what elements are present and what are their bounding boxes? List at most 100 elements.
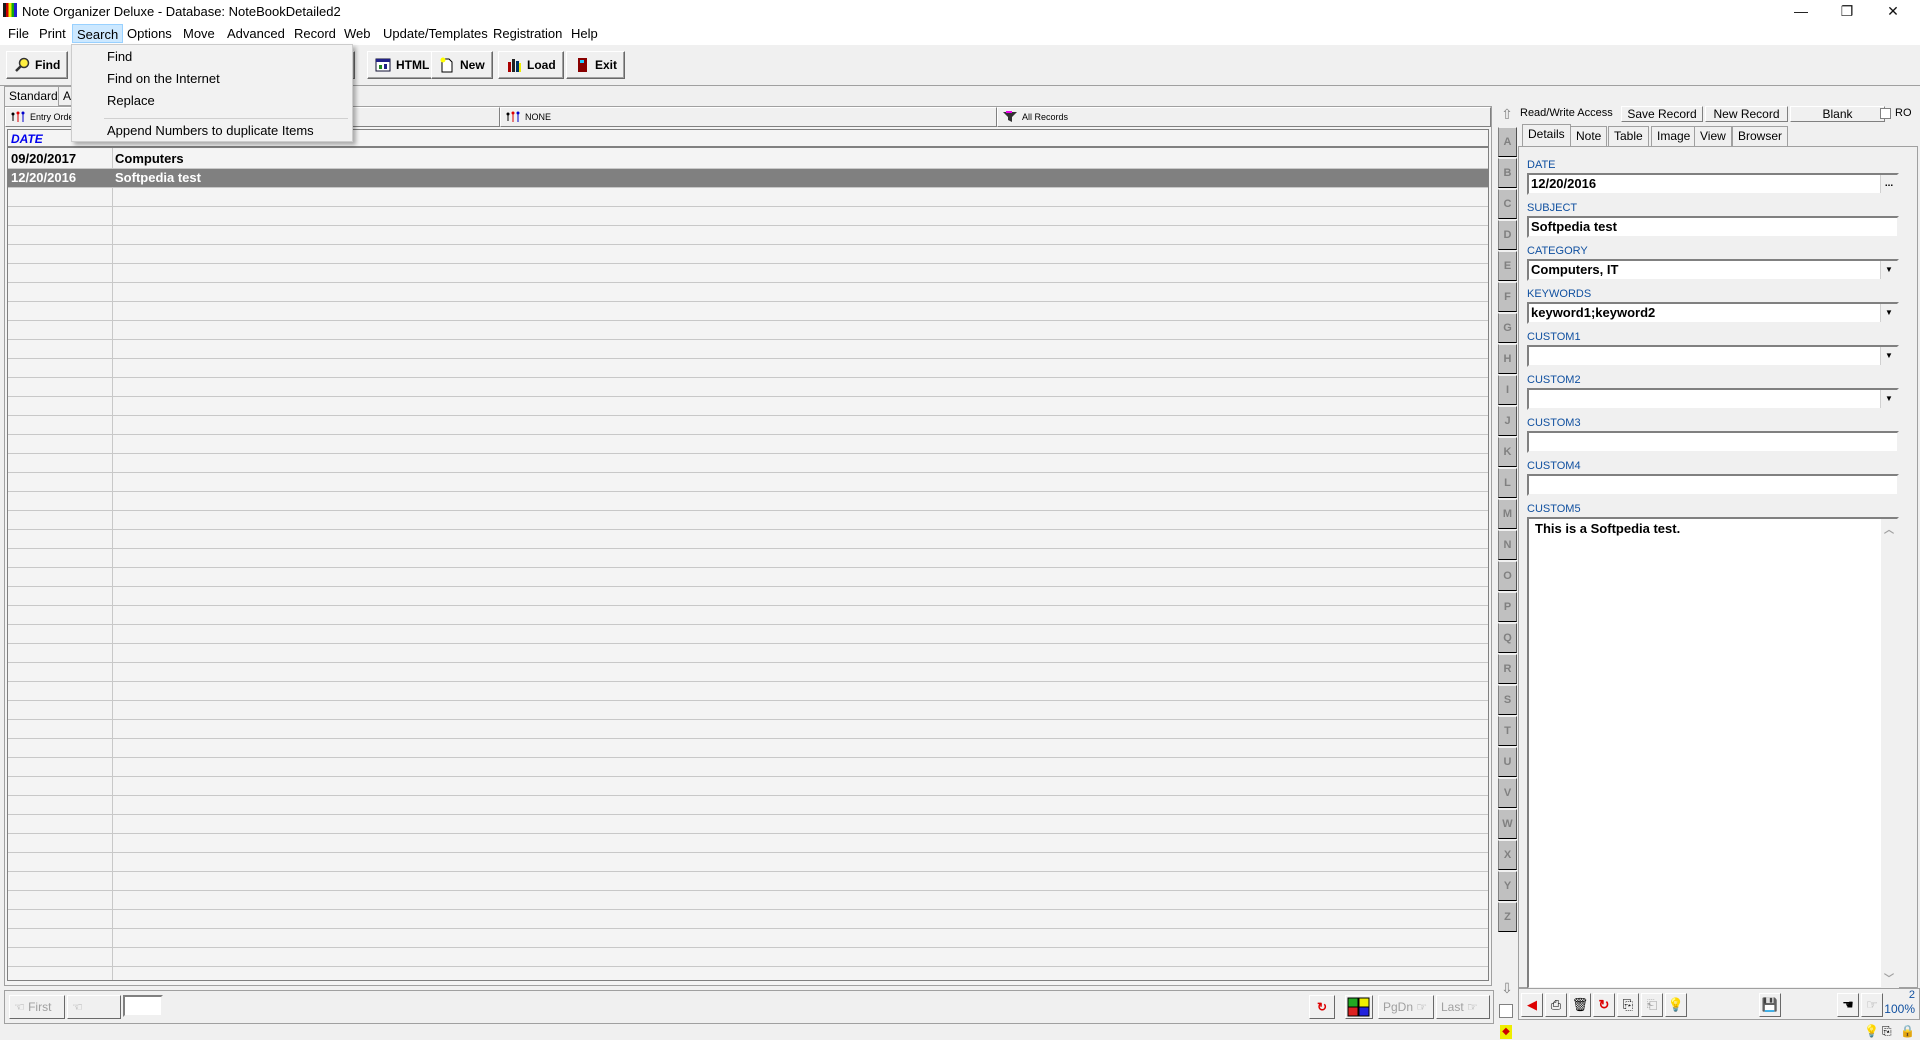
category-select[interactable]: Computers, IT ▼ [1527, 259, 1899, 281]
letter-button-c[interactable]: C [1498, 189, 1517, 219]
load-button[interactable]: Load [498, 51, 564, 79]
letter-button-r[interactable]: R [1498, 654, 1517, 684]
chevron-down-icon[interactable]: ▼ [1880, 390, 1897, 408]
first-button[interactable]: ☜ First [9, 995, 65, 1019]
copy-record-button[interactable]: ⎘ [1617, 993, 1639, 1017]
empty-row[interactable] [8, 796, 1488, 815]
letter-button-n[interactable]: N [1498, 530, 1517, 560]
menu-web[interactable]: Web [340, 24, 375, 43]
pgdn-button[interactable]: PgDn ☞ [1378, 995, 1434, 1019]
previous-record-button[interactable]: ☚ [1837, 993, 1859, 1017]
tab-table[interactable]: Table [1608, 126, 1649, 146]
empty-row[interactable] [8, 967, 1488, 980]
subject-field[interactable]: Softpedia test [1527, 216, 1899, 238]
empty-row[interactable] [8, 226, 1488, 245]
menu-item-replace[interactable]: Replace [107, 93, 155, 108]
date-picker-button[interactable]: ... [1880, 175, 1897, 193]
empty-row[interactable] [8, 473, 1488, 492]
empty-row[interactable] [8, 929, 1488, 948]
empty-row[interactable] [8, 397, 1488, 416]
letter-button-f[interactable]: F [1498, 282, 1517, 312]
ro-checkbox[interactable] [1880, 108, 1891, 119]
letter-button-o[interactable]: O [1498, 561, 1517, 591]
tab-details[interactable]: Details [1522, 124, 1571, 147]
page-number-input[interactable] [123, 995, 163, 1017]
letter-button-y[interactable]: Y [1498, 871, 1517, 901]
empty-row[interactable] [8, 701, 1488, 720]
menu-move[interactable]: Move [179, 24, 219, 43]
letter-button-w[interactable]: W [1498, 809, 1517, 839]
empty-row[interactable] [8, 321, 1488, 340]
empty-row[interactable] [8, 302, 1488, 321]
letter-button-e[interactable]: E [1498, 251, 1517, 281]
empty-row[interactable] [8, 720, 1488, 739]
tab-view[interactable]: View [1694, 126, 1732, 146]
table-row[interactable]: 09/20/2017 Computers [8, 150, 1488, 169]
menu-options[interactable]: Options [123, 24, 176, 43]
print-record-button[interactable]: ⎙ [1545, 993, 1567, 1017]
exit-button[interactable]: Exit [566, 51, 626, 79]
new-button[interactable]: New [431, 51, 493, 79]
scroll-down-arrow-icon[interactable]: ⇩ [1499, 980, 1515, 998]
alpha-checkbox[interactable] [1499, 1004, 1513, 1018]
menu-record[interactable]: Record [290, 24, 340, 43]
menu-item-find[interactable]: Find [107, 49, 132, 64]
empty-row[interactable] [8, 264, 1488, 283]
letter-button-s[interactable]: S [1498, 685, 1517, 715]
letter-button-u[interactable]: U [1498, 747, 1517, 777]
letter-button-b[interactable]: B [1498, 158, 1517, 188]
empty-row[interactable] [8, 758, 1488, 777]
save-export-button[interactable]: 💾 [1759, 993, 1781, 1017]
empty-row[interactable] [8, 739, 1488, 758]
custom1-select[interactable]: ▼ [1527, 345, 1899, 367]
empty-row[interactable] [8, 207, 1488, 226]
empty-row[interactable] [8, 416, 1488, 435]
scroll-up-arrow-icon[interactable]: ⇧ [1499, 106, 1515, 124]
scroll-up-icon[interactable]: ︿ [1881, 521, 1897, 536]
menu-print[interactable]: Print [35, 24, 70, 43]
paste-record-button[interactable]: ⎗ [1641, 993, 1663, 1017]
empty-row[interactable] [8, 834, 1488, 853]
menu-help[interactable]: Help [567, 24, 602, 43]
memo-scrollbar[interactable]: ︿ ﹀ [1881, 519, 1897, 987]
empty-row[interactable] [8, 625, 1488, 644]
empty-row[interactable] [8, 682, 1488, 701]
refresh-alert-button[interactable]: ↻ [1593, 993, 1615, 1017]
records-grid[interactable]: DATE 09/20/2017 Computers 12/20/2016 Softpe… [7, 129, 1489, 981]
menu-advanced[interactable]: Advanced [223, 24, 289, 43]
custom2-select[interactable]: ▼ [1527, 388, 1899, 410]
custom3-field[interactable] [1527, 431, 1899, 453]
letter-button-p[interactable]: P [1498, 592, 1517, 622]
html-button[interactable]: HTML [367, 51, 438, 79]
empty-row[interactable] [8, 435, 1488, 454]
tip-button[interactable]: 💡 [1665, 993, 1687, 1017]
scroll-down-icon[interactable]: ﹀ [1881, 970, 1897, 985]
maximize-button[interactable]: ❐ [1824, 0, 1870, 22]
find-button[interactable]: Find [6, 51, 69, 79]
letter-button-a[interactable]: A [1498, 127, 1517, 157]
menu-search[interactable]: Search [72, 24, 124, 43]
table-row[interactable]: 12/20/2016 Softpedia test [8, 169, 1488, 188]
empty-row[interactable] [8, 948, 1488, 967]
empty-row[interactable] [8, 606, 1488, 625]
empty-row[interactable] [8, 549, 1488, 568]
menu-registration[interactable]: Registration [489, 24, 566, 43]
tab-browser[interactable]: Browser [1732, 126, 1789, 146]
chevron-down-icon[interactable]: ▼ [1880, 347, 1897, 365]
letter-button-i[interactable]: I [1498, 375, 1517, 405]
empty-row[interactable] [8, 872, 1488, 891]
empty-row[interactable] [8, 530, 1488, 549]
letter-button-g[interactable]: G [1498, 313, 1517, 343]
splitter-handle-icon[interactable]: ◆ [1500, 1025, 1512, 1039]
minimize-button[interactable]: — [1778, 0, 1824, 22]
menu-file[interactable]: File [4, 24, 33, 43]
empty-row[interactable] [8, 777, 1488, 796]
date-field[interactable]: 12/20/2016... [1527, 173, 1899, 195]
empty-row[interactable] [8, 492, 1488, 511]
empty-row[interactable] [8, 910, 1488, 929]
empty-row[interactable] [8, 511, 1488, 530]
last-button[interactable]: Last ☞ [1436, 995, 1490, 1019]
letter-button-x[interactable]: X [1498, 840, 1517, 870]
column-header-date[interactable]: DATE [11, 132, 43, 146]
empty-row[interactable] [8, 359, 1488, 378]
